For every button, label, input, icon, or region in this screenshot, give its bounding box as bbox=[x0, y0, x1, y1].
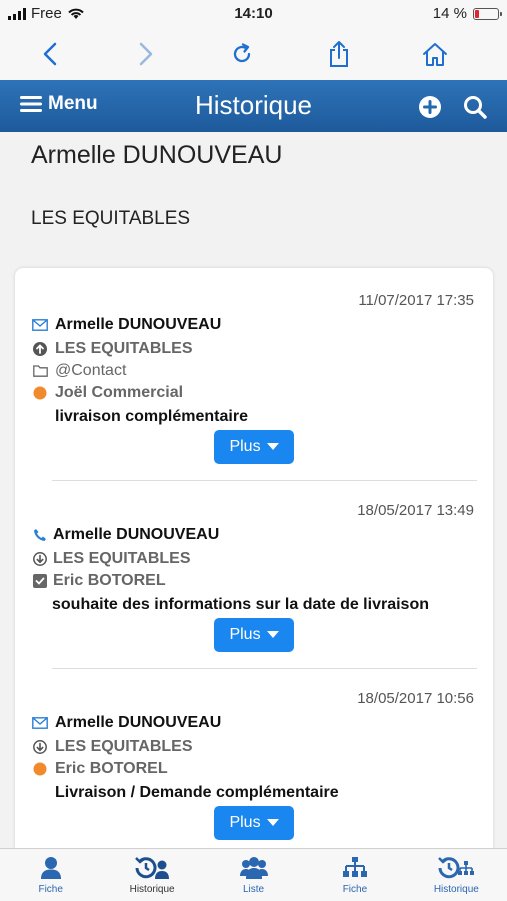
hamburger-icon bbox=[20, 96, 42, 112]
tab-historique-organisation[interactable]: Historique bbox=[406, 849, 507, 901]
contact-name: Armelle DUNOUVEAU bbox=[31, 141, 283, 169]
tab-fiche-contact[interactable]: Fiche bbox=[0, 849, 101, 901]
search-icon bbox=[464, 96, 487, 119]
entry-folder: @Contact bbox=[55, 362, 127, 379]
entry-name: Armelle DUNOUVEAU bbox=[55, 714, 222, 731]
company-name: LES EQUITABLES bbox=[31, 208, 191, 229]
history-card: 11/07/2017 17:35 Armelle DUNOUVEAU LES E… bbox=[15, 268, 493, 868]
entry-company: LES EQUITABLES bbox=[55, 340, 193, 357]
reload-button[interactable] bbox=[224, 36, 260, 72]
browser-toolbar bbox=[0, 28, 507, 81]
tab-fiche-organisation[interactable]: Fiche bbox=[304, 849, 405, 901]
more-button[interactable]: Plus bbox=[214, 430, 294, 464]
caret-down-icon bbox=[266, 443, 279, 450]
wifi-icon bbox=[68, 8, 84, 19]
more-button[interactable]: Plus bbox=[214, 618, 294, 652]
tab-label: Historique bbox=[129, 884, 175, 895]
tab-liste[interactable]: Liste bbox=[203, 849, 304, 901]
checkbox-checked-icon bbox=[33, 574, 47, 588]
forward-button[interactable] bbox=[128, 36, 164, 72]
caret-down-icon bbox=[266, 631, 279, 638]
menu-button[interactable]: Menu bbox=[20, 93, 98, 115]
battery-icon bbox=[473, 7, 502, 20]
entry-subject: Livraison / Demande complémentaire bbox=[55, 784, 339, 801]
entry-subject: souhaite des informations sur la date de… bbox=[52, 596, 429, 613]
arrow-down-circle-icon bbox=[33, 552, 47, 566]
entry-subject: livraison complémentaire bbox=[55, 408, 248, 425]
status-dot-icon bbox=[33, 762, 47, 776]
entry-assignee: Eric BOTOREL bbox=[53, 572, 166, 589]
add-button[interactable] bbox=[416, 93, 444, 121]
history-org-icon bbox=[438, 857, 475, 879]
tab-label: Fiche bbox=[38, 884, 63, 895]
user-icon bbox=[40, 857, 61, 879]
entry-date: 11/07/2017 17:35 bbox=[358, 292, 474, 309]
tab-historique-contact[interactable]: Historique bbox=[101, 849, 202, 901]
divider bbox=[52, 480, 477, 481]
entry-name: Armelle DUNOUVEAU bbox=[55, 316, 222, 333]
carrier-label: Free bbox=[31, 5, 62, 22]
entry-company: LES EQUITABLES bbox=[53, 550, 191, 567]
tab-label: Liste bbox=[242, 884, 265, 895]
plus-circle-icon bbox=[419, 96, 441, 118]
entry-company: LES EQUITABLES bbox=[55, 738, 193, 755]
entry-name: Armelle DUNOUVEAU bbox=[53, 526, 220, 543]
caret-down-icon bbox=[266, 819, 279, 826]
menu-label: Menu bbox=[48, 93, 98, 114]
app-header: Menu Historique bbox=[0, 80, 507, 132]
entry-date: 18/05/2017 13:49 bbox=[357, 502, 474, 519]
more-button[interactable]: Plus bbox=[214, 806, 294, 840]
share-icon bbox=[330, 41, 348, 67]
share-button[interactable] bbox=[321, 36, 357, 72]
tab-label: Fiche bbox=[342, 884, 368, 895]
tab-bar: Fiche Historique Liste Fiche Historique bbox=[0, 848, 507, 901]
chevron-right-icon bbox=[139, 42, 153, 66]
envelope-icon bbox=[32, 319, 48, 331]
home-icon bbox=[423, 43, 447, 66]
folder-icon bbox=[32, 365, 48, 377]
entry-assignee: Eric BOTOREL bbox=[55, 760, 168, 777]
arrow-up-circle-icon bbox=[33, 342, 47, 356]
org-chart-icon bbox=[342, 857, 367, 877]
battery-percent: 14 % bbox=[432, 5, 467, 22]
chevron-left-icon bbox=[43, 42, 57, 66]
envelope-icon bbox=[32, 717, 48, 729]
more-label: Plus bbox=[229, 438, 261, 455]
divider bbox=[52, 668, 477, 669]
back-button[interactable] bbox=[32, 36, 68, 72]
phone-icon bbox=[34, 529, 46, 541]
entry-assignee: Joël Commercial bbox=[55, 384, 184, 401]
search-button[interactable] bbox=[461, 93, 489, 121]
signal-icon bbox=[8, 7, 26, 20]
users-icon bbox=[239, 857, 268, 879]
status-dot-icon bbox=[33, 386, 47, 400]
reload-icon bbox=[233, 43, 251, 63]
arrow-down-circle-icon bbox=[33, 740, 47, 754]
entry-date: 18/05/2017 10:56 bbox=[357, 690, 474, 707]
history-user-icon bbox=[135, 857, 170, 879]
home-button[interactable] bbox=[417, 36, 453, 72]
status-bar: Free 14:10 14 % bbox=[0, 0, 507, 28]
more-label: Plus bbox=[229, 626, 261, 643]
tab-label: Historique bbox=[433, 884, 479, 895]
more-label: Plus bbox=[229, 814, 261, 831]
